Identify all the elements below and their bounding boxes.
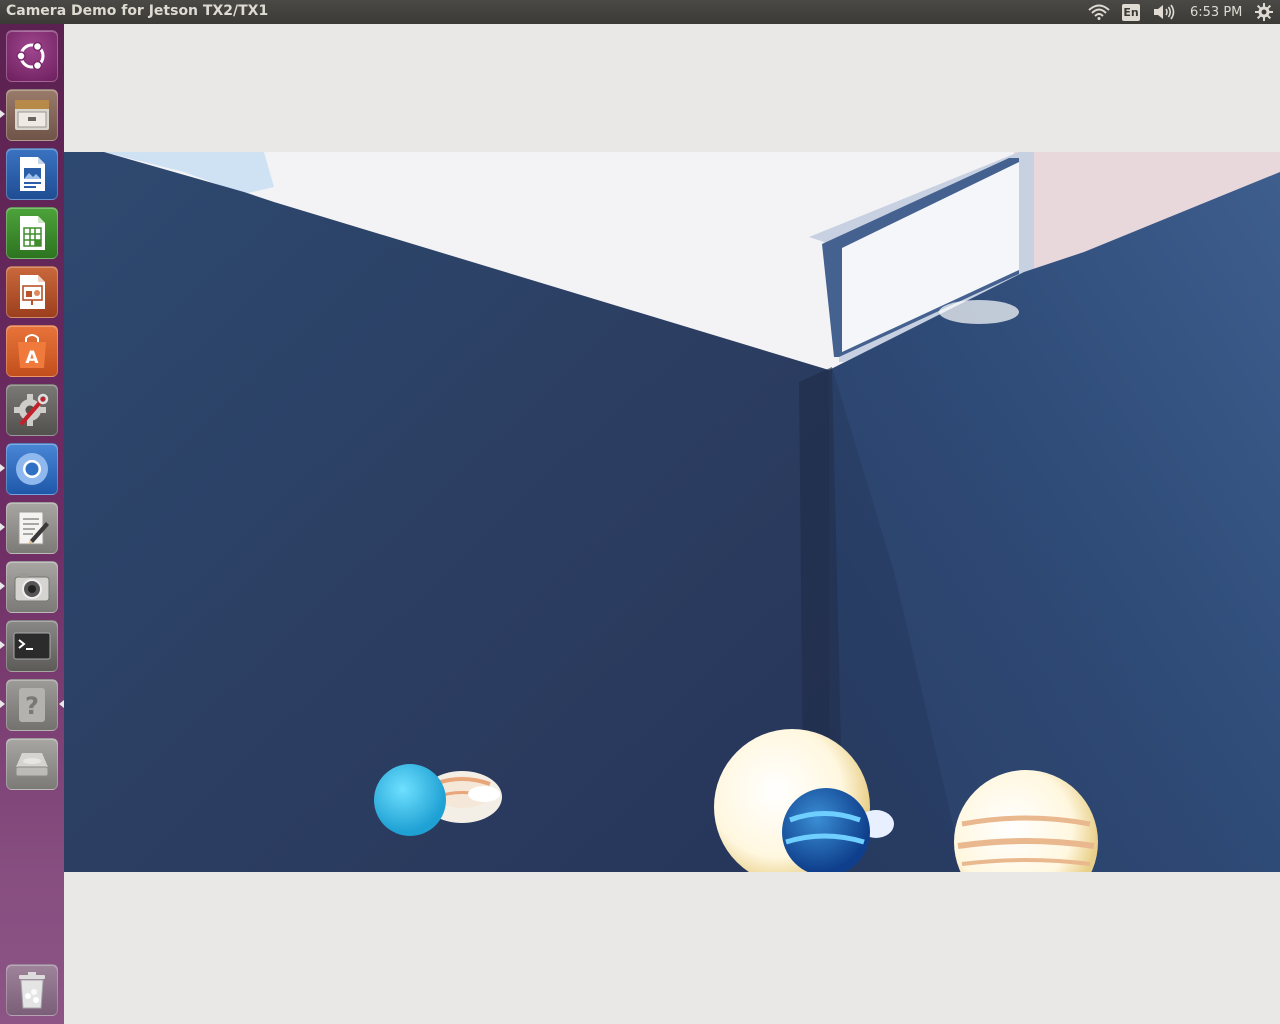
software-bag-icon: A: [18, 334, 46, 368]
running-indicator: [0, 523, 5, 531]
hard-disk-icon: [15, 753, 49, 777]
text-editor-icon: [18, 511, 49, 545]
settings-gear-wrench-icon: [14, 393, 49, 426]
camera-feed-image: [64, 152, 1280, 872]
session-menu[interactable]: [1255, 0, 1275, 24]
launcher-item-libreoffice-writer[interactable]: [6, 148, 58, 200]
keyboard-layout-badge: En: [1122, 3, 1140, 21]
file-cabinet-icon: [15, 100, 49, 130]
window-title: Camera Demo for Jetson TX2/TX1: [6, 3, 269, 19]
launcher-item-help[interactable]: ?: [6, 679, 58, 731]
camera-feed: [64, 152, 1280, 872]
launcher-item-files[interactable]: [6, 89, 58, 141]
running-indicator: [0, 582, 5, 590]
launcher-item-disk[interactable]: [6, 738, 58, 790]
help-question-icon: ?: [19, 688, 45, 722]
chromium-icon: [16, 453, 48, 485]
launcher-item-libreoffice-impress[interactable]: [6, 266, 58, 318]
launcher-item-chromium[interactable]: [6, 443, 58, 495]
running-indicator: [0, 641, 5, 649]
wifi-indicator[interactable]: [1088, 0, 1112, 24]
wifi-icon: [1088, 4, 1110, 20]
ubuntu-logo-icon: [16, 41, 45, 71]
launcher-item-text-editor[interactable]: [6, 502, 58, 554]
session-gear-icon: [1255, 3, 1273, 21]
running-indicator: [0, 110, 5, 118]
camera-icon: [14, 573, 50, 602]
volume-icon: [1154, 4, 1175, 20]
top-panel: Camera Demo for Jetson TX2/TX1 En 6:53 P…: [0, 0, 1280, 24]
launcher-item-terminal[interactable]: [6, 620, 58, 672]
clock-text: 6:53 PM: [1190, 4, 1243, 20]
launcher-item-ubuntu-software[interactable]: A: [6, 325, 58, 377]
launcher: A ?: [0, 24, 64, 1024]
keyboard-layout-indicator[interactable]: En: [1122, 0, 1142, 24]
writer-document-icon: [20, 157, 45, 191]
launcher-item-ubuntu-dash[interactable]: [6, 30, 58, 82]
terminal-icon: [13, 632, 51, 660]
launcher-item-system-settings[interactable]: [6, 384, 58, 436]
svg-text:?: ?: [25, 692, 39, 720]
launcher-item-libreoffice-calc[interactable]: [6, 207, 58, 259]
impress-presentation-icon: [20, 275, 45, 309]
launcher-item-camera-app[interactable]: [6, 561, 58, 613]
running-indicator: [0, 700, 5, 708]
clock[interactable]: 6:53 PM: [1190, 0, 1242, 24]
launcher-item-trash[interactable]: [6, 964, 58, 1016]
running-indicator: [0, 464, 5, 472]
svg-text:A: A: [25, 348, 39, 368]
calc-spreadsheet-icon: [20, 216, 45, 250]
volume-indicator[interactable]: [1153, 0, 1177, 24]
trash-can-icon: [19, 972, 45, 1009]
